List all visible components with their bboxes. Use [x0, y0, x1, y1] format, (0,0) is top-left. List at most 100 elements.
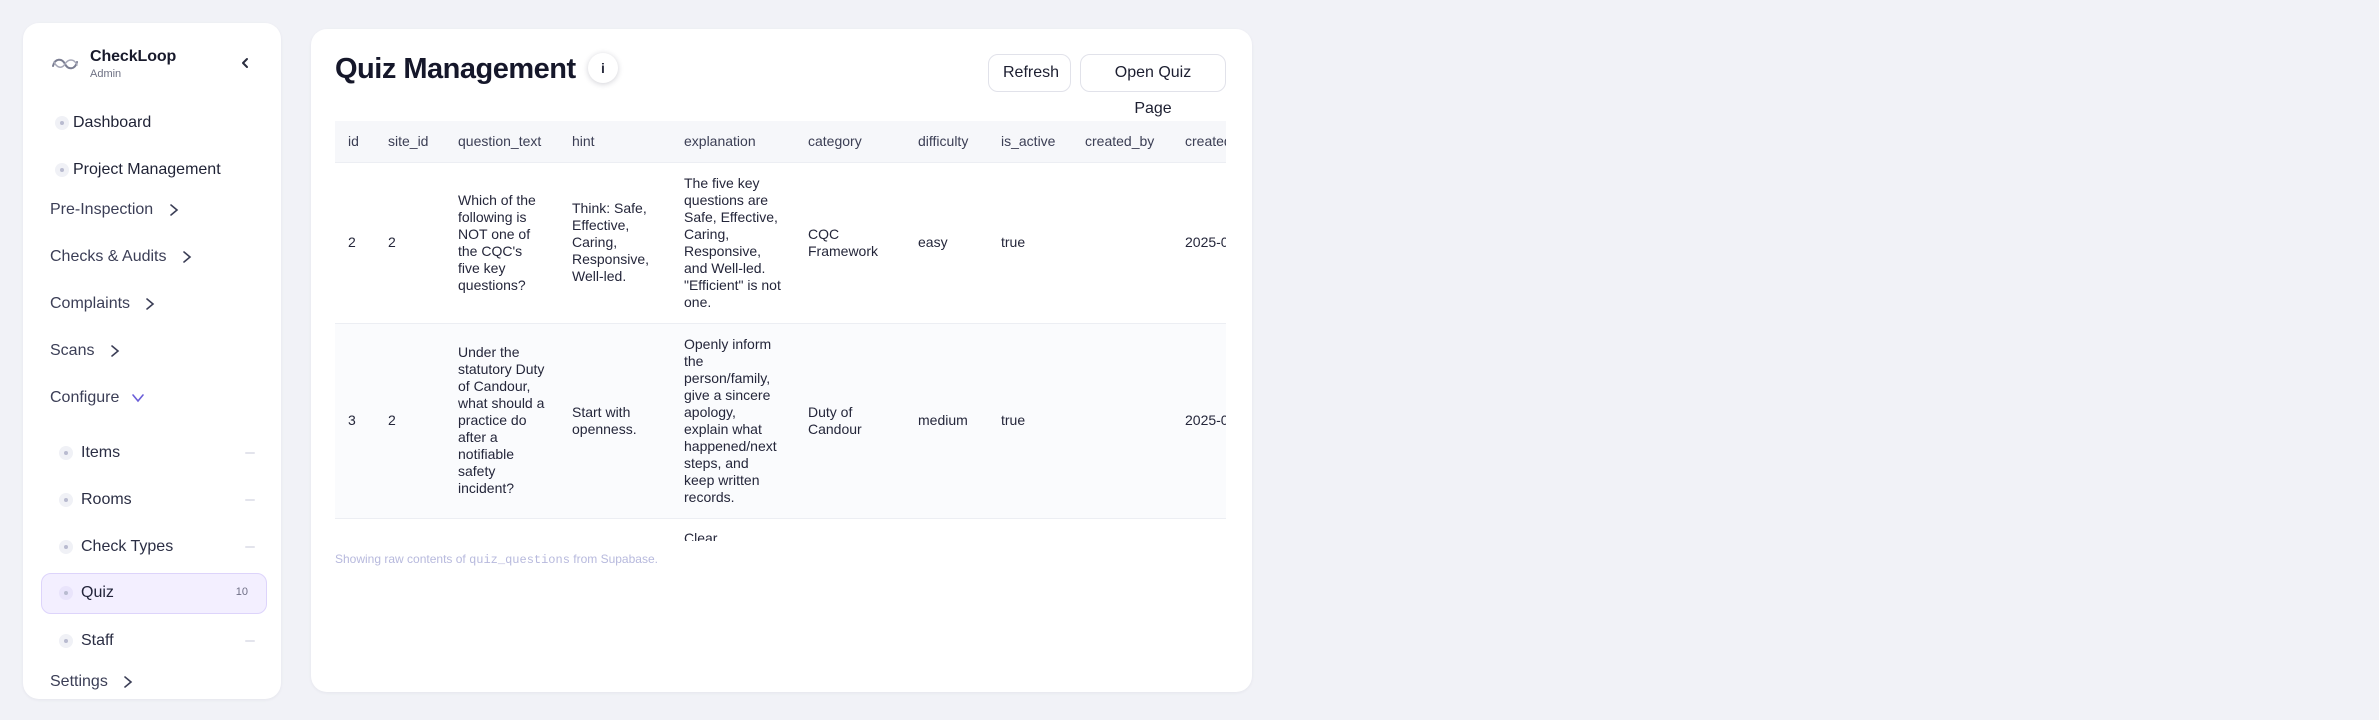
sidebar-group-label: Checks & Audits [50, 248, 167, 265]
column-header-created-at[interactable]: created_at [1172, 121, 1226, 163]
sidebar-group-label: Complaints [50, 295, 131, 312]
cell-site-id: 2 [375, 162, 445, 324]
sidebar-group-settings[interactable]: Settings [50, 673, 134, 699]
footnote-table-name: quiz_questions [469, 553, 570, 567]
info-button[interactable]: i [588, 53, 618, 83]
quiz-table-container[interactable]: id site_id question_text hint explanation cat… [335, 121, 1226, 541]
cell-question-text: Under the statutory Duty of Candour, wha… [445, 323, 559, 519]
column-header-is-active[interactable]: is_active [988, 121, 1072, 163]
cell-site-id: 2 [375, 323, 445, 519]
staff-icon [59, 634, 73, 648]
chevron-right-icon [146, 298, 155, 310]
column-header-explanation[interactable]: explanation [671, 121, 795, 163]
sidebar-group-configure[interactable]: Configure [50, 389, 146, 419]
cell-is-active: true [988, 162, 1072, 324]
dashboard-icon [55, 116, 69, 130]
chevron-right-icon [111, 345, 120, 357]
chevron-right-icon [169, 204, 178, 216]
cell-difficulty: medium [905, 323, 988, 519]
cell-hint [559, 518, 671, 541]
sidebar-item-label: Quiz [81, 584, 114, 601]
brand-name: CheckLoop [90, 48, 177, 65]
sidebar-group-pre-inspection[interactable]: Pre-Inspection [50, 201, 180, 231]
project-management-icon [55, 163, 69, 177]
brand: CheckLoop Admin [50, 45, 260, 85]
column-header-created-by[interactable]: created_by [1072, 121, 1172, 163]
collapse-sidebar-button[interactable] [237, 55, 253, 71]
cell-is-active [988, 518, 1072, 541]
column-header-difficulty[interactable]: difficulty [905, 121, 988, 163]
cell-difficulty: easy [905, 162, 988, 324]
nav-trail-marker [245, 546, 255, 548]
cell-explanation: The five key questions are Safe, Effecti… [671, 162, 795, 324]
sidebar-group-label: Configure [50, 389, 120, 406]
chevron-right-icon [183, 251, 192, 263]
column-header-id[interactable]: id [335, 121, 375, 163]
table-footnote: Showing raw contents of quiz_questions f… [335, 552, 658, 567]
sidebar-group-label: Pre-Inspection [50, 201, 154, 218]
rooms-icon [59, 493, 73, 507]
quiz-icon [59, 586, 73, 600]
quiz-questions-table: id site_id question_text hint explanation cat… [335, 121, 1226, 541]
sidebar-item-label: Staff [81, 632, 114, 649]
column-header-site-id[interactable]: site_id [375, 121, 445, 163]
sidebar-group-label: Scans [50, 342, 95, 359]
cell-created-at: 2025-09-05T20 [1172, 323, 1226, 519]
sidebar-item-check-types[interactable]: Check Types [41, 527, 267, 567]
sidebar-item-staff[interactable]: Staff [41, 621, 267, 661]
nav-trail-marker [245, 640, 255, 642]
sidebar-item-dashboard[interactable]: Dashboard [41, 103, 267, 143]
sidebar-item-project-management[interactable]: Project Management [41, 150, 267, 190]
cell-created-by [1072, 323, 1172, 519]
cell-hint: Start with openness. [559, 323, 671, 519]
brand-role: Admin [90, 68, 122, 80]
cell-created-by [1072, 518, 1172, 541]
table-row[interactable]: 2 2 Which of the following is NOT one of t… [335, 162, 1226, 324]
page-title: Quiz Management [335, 53, 576, 85]
sidebar-item-rooms[interactable]: Rooms [41, 480, 267, 520]
chevron-right-icon [124, 676, 133, 688]
sidebar-item-label: Items [81, 444, 121, 461]
refresh-button[interactable]: Refresh [988, 54, 1071, 92]
check-types-icon [59, 540, 73, 554]
cell-is-active: true [988, 323, 1072, 519]
cell-created-at [1172, 518, 1226, 541]
table-row[interactable]: Clear [335, 518, 1226, 541]
open-quiz-page-button[interactable]: Open Quiz Page [1080, 54, 1226, 117]
cell-explanation: Openly inform the person/family, give a … [671, 323, 795, 519]
cell-category: CQC Framework [795, 162, 905, 324]
cell-question-text: Which of the following is NOT one of the… [445, 162, 559, 324]
table-header-row: id site_id question_text hint explanation cat… [335, 121, 1226, 163]
sidebar-item-label: Check Types [81, 538, 174, 555]
cell-id [335, 518, 375, 541]
cell-category [795, 518, 905, 541]
cell-hint: Think: Safe, Effective, Caring, Responsi… [559, 162, 671, 324]
sidebar-item-label: Dashboard [73, 114, 152, 131]
cell-created-by [1072, 162, 1172, 324]
sidebar-item-quiz[interactable]: Quiz 10 [41, 573, 267, 614]
main-panel: Quiz Management i Refresh Open Quiz Page… [311, 29, 1252, 692]
sidebar-group-scans[interactable]: Scans [50, 342, 121, 372]
cell-difficulty [905, 518, 988, 541]
table-row[interactable]: 3 2 Under the statutory Duty of Candour, w… [335, 323, 1226, 519]
items-icon [59, 446, 73, 460]
cell-site-id [375, 518, 445, 541]
quiz-count-badge: 10 [235, 586, 248, 598]
column-header-hint[interactable]: hint [559, 121, 671, 163]
sidebar-group-label: Settings [50, 673, 108, 690]
nav-trail-marker [245, 499, 255, 501]
table-body: 2 2 Which of the following is NOT one of t… [335, 162, 1226, 541]
cell-id: 2 [335, 162, 375, 324]
sidebar-item-label: Rooms [81, 491, 132, 508]
column-header-category[interactable]: category [795, 121, 905, 163]
sidebar-group-complaints[interactable]: Complaints [50, 295, 156, 325]
sidebar: CheckLoop Admin Dashboard Project Manage… [23, 23, 281, 699]
sidebar-group-checks-audits[interactable]: Checks & Audits [50, 248, 193, 278]
sidebar-item-items[interactable]: Items [41, 433, 267, 473]
footnote-suffix: from Supabase. [569, 552, 658, 566]
cell-explanation: Clear [671, 518, 795, 541]
nav-trail-marker [245, 452, 255, 454]
column-header-question-text[interactable]: question_text [445, 121, 559, 163]
chevron-down-icon [132, 394, 144, 403]
cell-created-at: 2025-09-05T20 [1172, 162, 1226, 324]
